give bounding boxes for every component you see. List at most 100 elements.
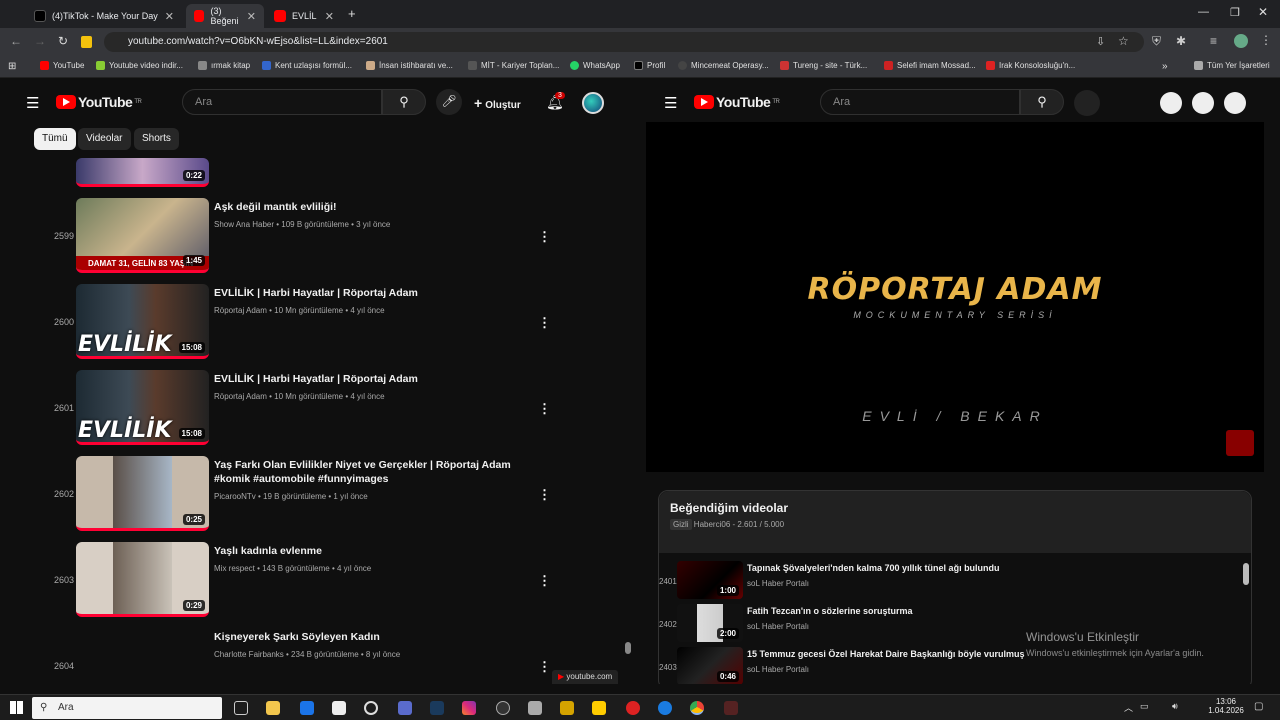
video-thumbnail[interactable]: 0:22: [76, 158, 209, 187]
video-thumbnail[interactable]: EVLİLİK 15:08: [76, 370, 209, 445]
chip-videos[interactable]: Videolar: [78, 128, 131, 150]
more-options-icon[interactable]: ⋮: [538, 573, 551, 589]
app-icon[interactable]: [398, 701, 412, 715]
settings-gear-icon[interactable]: [364, 701, 378, 715]
steam-icon[interactable]: [430, 701, 444, 715]
video-title[interactable]: Aşk değil mantık evliliği!: [214, 200, 514, 214]
bookmark-profil[interactable]: Profil: [634, 61, 665, 70]
more-options-icon[interactable]: ⋮: [538, 229, 551, 245]
video-thumbnail[interactable]: DAMAT 31, GELİN 83 YAŞIN 1:45: [76, 198, 209, 273]
search-input[interactable]: Ara: [182, 89, 382, 115]
video-title[interactable]: 15 Temmuz gecesi Özel Harekat Daire Başk…: [747, 649, 1024, 659]
playlist-title[interactable]: Beğendiğim videolar: [670, 501, 788, 515]
hamburger-menu-icon[interactable]: ☰: [26, 94, 39, 112]
placeholder-button[interactable]: [1160, 92, 1182, 114]
chip-all[interactable]: Tümü: [34, 128, 76, 150]
all-bookmarks[interactable]: Tüm Yer İşaretleri: [1194, 61, 1270, 70]
bookmark-whatsapp[interactable]: WhatsApp: [570, 61, 620, 70]
video-title[interactable]: Yaşlı kadınla evlenme: [214, 544, 514, 558]
video-title[interactable]: Fatih Tezcan'ın o sözlerine soruşturma: [747, 606, 913, 616]
url-field[interactable]: youtube.com/watch?v=O6bKN-wEjso&list=LL&…: [104, 32, 1144, 52]
taskbar-search-input[interactable]: Ara: [32, 697, 222, 719]
app-icon[interactable]: [592, 701, 606, 715]
search-button[interactable]: ⚲: [382, 89, 426, 115]
close-icon[interactable]: ✕: [325, 10, 334, 23]
youtube-logo[interactable]: YouTube TR: [56, 94, 142, 110]
video-thumbnail[interactable]: EVLİLİK 15:08: [76, 284, 209, 359]
minimize-button[interactable]: —: [1198, 6, 1209, 18]
video-player[interactable]: RÖPORTAJ ADAM MOCKUMENTARY SERİSİ EVLİ /…: [646, 122, 1264, 472]
volume-icon[interactable]: 🔊︎: [1172, 701, 1178, 712]
bookmark-mit-kariyer[interactable]: MİT - Kariyer Toplan...: [468, 61, 559, 70]
new-tab-button[interactable]: +: [348, 6, 356, 21]
bookmark-irmak-kitap[interactable]: ırmak kitap: [198, 61, 250, 70]
playlist-item[interactable]: 2401 1:00 Tapınak Şövalyeleri'nden kalma…: [659, 561, 1249, 604]
create-button[interactable]: + Oluştur: [474, 95, 521, 111]
edge-icon[interactable]: [658, 701, 672, 715]
video-thumbnail[interactable]: 0:25: [76, 456, 209, 531]
list-item[interactable]: 2599 DAMAT 31, GELİN 83 YAŞIN 1:45 Aşk d…: [8, 198, 608, 284]
tab-evlilik[interactable]: EVLİL ✕: [266, 4, 342, 28]
placeholder-button[interactable]: [1192, 92, 1214, 114]
bookmark-video-download[interactable]: Youtube video indir...: [96, 61, 183, 70]
bookmark-insan-istihbarati[interactable]: İnsan istihbaratı ve...: [366, 61, 453, 70]
network-icon[interactable]: ▭: [1140, 701, 1149, 712]
video-title[interactable]: EVLİLİK | Harbi Hayatlar | Röportaj Adam: [214, 372, 514, 386]
more-options-icon[interactable]: ⋮: [538, 487, 551, 503]
profile-avatar[interactable]: [1234, 34, 1248, 48]
microphone-icon[interactable]: 🎤︎: [436, 89, 462, 115]
chrome-icon[interactable]: [690, 701, 704, 715]
shield-icon[interactable]: ⛨: [1152, 34, 1161, 49]
store-icon[interactable]: [332, 701, 346, 715]
video-thumbnail[interactable]: 0:29: [76, 542, 209, 617]
app-icon[interactable]: [528, 701, 542, 715]
app-icon[interactable]: [496, 701, 510, 715]
bookmark-mincemeat[interactable]: Mincemeat Operasy...: [678, 61, 769, 70]
instagram-icon[interactable]: [462, 701, 476, 715]
youtube-logo[interactable]: YouTube TR: [694, 94, 780, 110]
windows-start-icon[interactable]: [10, 701, 23, 714]
scrollbar[interactable]: [624, 84, 632, 684]
forward-icon[interactable]: →: [34, 34, 46, 48]
scrollbar-thumb[interactable]: [1243, 563, 1249, 585]
account-avatar[interactable]: [582, 92, 604, 114]
list-item[interactable]: 2603 0:29 Yaşlı kadınla evlenme Mix resp…: [8, 542, 608, 628]
bookmark-star-icon[interactable]: ☆: [1118, 34, 1129, 48]
close-window-button[interactable]: ✕: [1258, 5, 1268, 19]
apps-icon[interactable]: ⊞: [8, 61, 16, 72]
taskbar-clock[interactable]: 13:06 1.04.2026: [1206, 697, 1246, 715]
app-icon[interactable]: [560, 701, 574, 715]
reload-icon[interactable]: ↻: [58, 34, 68, 48]
extension-icon[interactable]: [81, 36, 92, 48]
file-explorer-icon[interactable]: [266, 701, 280, 715]
list-item[interactable]: 2601 EVLİLİK 15:08 EVLİLİK | Harbi Hayat…: [8, 370, 608, 456]
playlist-item[interactable]: 2402 2:00 Fatih Tezcan'ın o sözlerine so…: [659, 604, 1249, 647]
bookmark-irak-konsoloslugu[interactable]: Irak Konsolosluğu'n...: [986, 61, 1075, 70]
close-icon[interactable]: ✕: [165, 10, 174, 23]
list-item[interactable]: 2604 Kişneyerek Şarkı Söyleyen Kadın Cha…: [8, 628, 608, 684]
app-icon[interactable]: [724, 701, 738, 715]
video-thumbnail[interactable]: 0:46: [677, 647, 743, 684]
video-title[interactable]: EVLİLİK | Harbi Hayatlar | Röportaj Adam: [214, 286, 514, 300]
chip-shorts[interactable]: Shorts: [134, 128, 179, 150]
bookmark-selefi-imam[interactable]: Selefi imam Mossad...: [884, 61, 976, 70]
outlook-icon[interactable]: [300, 701, 314, 715]
tray-arrow-icon[interactable]: ︿: [1124, 701, 1133, 714]
close-icon[interactable]: ✕: [247, 10, 256, 23]
media-icon[interactable]: ≡: [1210, 34, 1217, 48]
more-options-icon[interactable]: ⋮: [538, 401, 551, 417]
microphone-icon[interactable]: [1074, 90, 1100, 116]
bookmark-youtube[interactable]: YouTube: [40, 61, 84, 70]
list-item[interactable]: 2600 EVLİLİK 15:08 EVLİLİK | Harbi Hayat…: [8, 284, 608, 370]
video-thumbnail[interactable]: 2:00: [677, 604, 743, 642]
hamburger-menu-icon[interactable]: ☰: [664, 94, 677, 112]
notification-center-icon[interactable]: ▢: [1254, 701, 1263, 712]
search-button[interactable]: ⚲: [1020, 89, 1064, 115]
browser-menu-icon[interactable]: ⋮: [1260, 33, 1272, 47]
install-icon[interactable]: ⇩: [1096, 35, 1105, 48]
tab-tiktok[interactable]: (4)TikTok - Make Your Day ✕: [26, 4, 182, 28]
search-input[interactable]: Ara: [820, 89, 1020, 115]
more-options-icon[interactable]: ⋮: [538, 659, 551, 675]
tab-liked-videos[interactable]: (3) Beğeni ✕: [186, 4, 264, 28]
bookmark-kent-uzlasisi[interactable]: Kent uzlaşısı formül...: [262, 61, 352, 70]
